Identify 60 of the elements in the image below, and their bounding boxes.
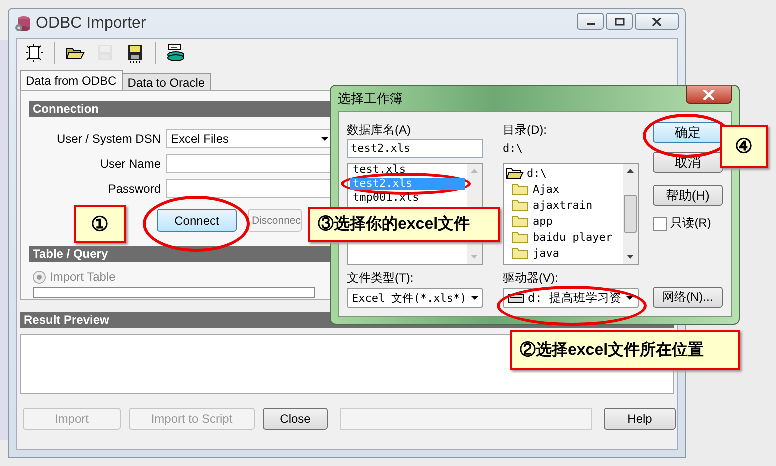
dropdown-value: Excel 文件(*.xls*) bbox=[352, 290, 467, 306]
file-list-item[interactable]: test.xls bbox=[350, 164, 465, 176]
scroll-down-icon[interactable] bbox=[626, 255, 634, 259]
field-label: 驱动器(V): bbox=[503, 270, 560, 285]
drive-dropdown[interactable]: d: 提高班学习资 bbox=[503, 288, 639, 308]
folder-icon bbox=[512, 214, 530, 228]
close-icon bbox=[703, 90, 715, 100]
scroll-thumb[interactable] bbox=[624, 195, 637, 233]
dropdown-value: Excel Files bbox=[171, 132, 230, 146]
callout-note: ④ bbox=[720, 125, 768, 168]
connect-button[interactable]: Connect bbox=[157, 209, 237, 232]
caret-icon bbox=[626, 296, 634, 300]
folder-name[interactable]: app bbox=[533, 214, 553, 228]
tab[interactable]: Data to Oracle bbox=[122, 73, 212, 90]
close-icon bbox=[652, 18, 662, 26]
maximize-button[interactable] bbox=[606, 13, 633, 30]
table-field[interactable] bbox=[33, 287, 315, 298]
scroll-up-icon[interactable] bbox=[626, 169, 634, 173]
action-button[interactable]: Close bbox=[263, 408, 328, 430]
field-label: 文件类型(T): bbox=[347, 270, 415, 285]
dialog-button[interactable]: 确定 bbox=[652, 122, 723, 143]
close-button[interactable] bbox=[686, 86, 732, 104]
file-type-dropdown[interactable]: Excel 文件(*.xls*) bbox=[347, 288, 483, 308]
field-label: 数据库名(A) bbox=[347, 122, 412, 137]
dropdown-value: d: 提高班学习资 bbox=[528, 290, 622, 306]
callout-note: ②选择excel文件所在位置 bbox=[510, 330, 740, 370]
tab[interactable]: Data from ODBC bbox=[20, 70, 123, 90]
callout-note: ① bbox=[74, 205, 126, 243]
folder-icon bbox=[512, 198, 530, 212]
network-button[interactable]: 网络(N)... bbox=[652, 287, 723, 308]
file-list-item[interactable]: tmp001.xls bbox=[350, 192, 465, 204]
caret-icon bbox=[321, 136, 329, 140]
folder-icon bbox=[512, 230, 530, 244]
callout-note: ③选择你的excel文件 bbox=[308, 207, 500, 242]
maximize-icon bbox=[614, 18, 624, 26]
scrollbar[interactable] bbox=[622, 164, 638, 264]
folder-name[interactable]: d:\ bbox=[527, 166, 547, 180]
open-folder-icon bbox=[506, 166, 524, 180]
checkbox[interactable] bbox=[652, 216, 667, 230]
folder-name[interactable]: ajaxtrain bbox=[533, 198, 593, 212]
folder-name[interactable]: baidu player bbox=[533, 230, 612, 244]
folder-icon bbox=[512, 182, 530, 196]
field-label: User / System DSN bbox=[56, 132, 161, 146]
field-label: Password bbox=[107, 182, 161, 196]
database-gear-icon bbox=[15, 16, 31, 32]
folder-name[interactable]: Ajax bbox=[533, 182, 560, 196]
minimize-button[interactable] bbox=[577, 13, 604, 30]
radio-label: Import Table bbox=[50, 270, 116, 284]
directory-path: d:\ bbox=[503, 141, 524, 157]
field-label: 目录(D): bbox=[503, 122, 548, 137]
database-name-field[interactable]: test2.xls bbox=[347, 139, 483, 158]
dialog-button[interactable]: 帮助(H) bbox=[652, 185, 723, 206]
checkbox-label: 只读(R) bbox=[670, 215, 712, 232]
field-label: User Name bbox=[99, 156, 161, 170]
action-button[interactable]: Help bbox=[604, 408, 676, 430]
folder-name[interactable]: java bbox=[533, 246, 560, 260]
window-title: ODBC Importer bbox=[36, 14, 146, 32]
close-button[interactable] bbox=[635, 13, 679, 30]
caret-icon bbox=[470, 296, 478, 300]
folder-icon bbox=[512, 246, 530, 260]
